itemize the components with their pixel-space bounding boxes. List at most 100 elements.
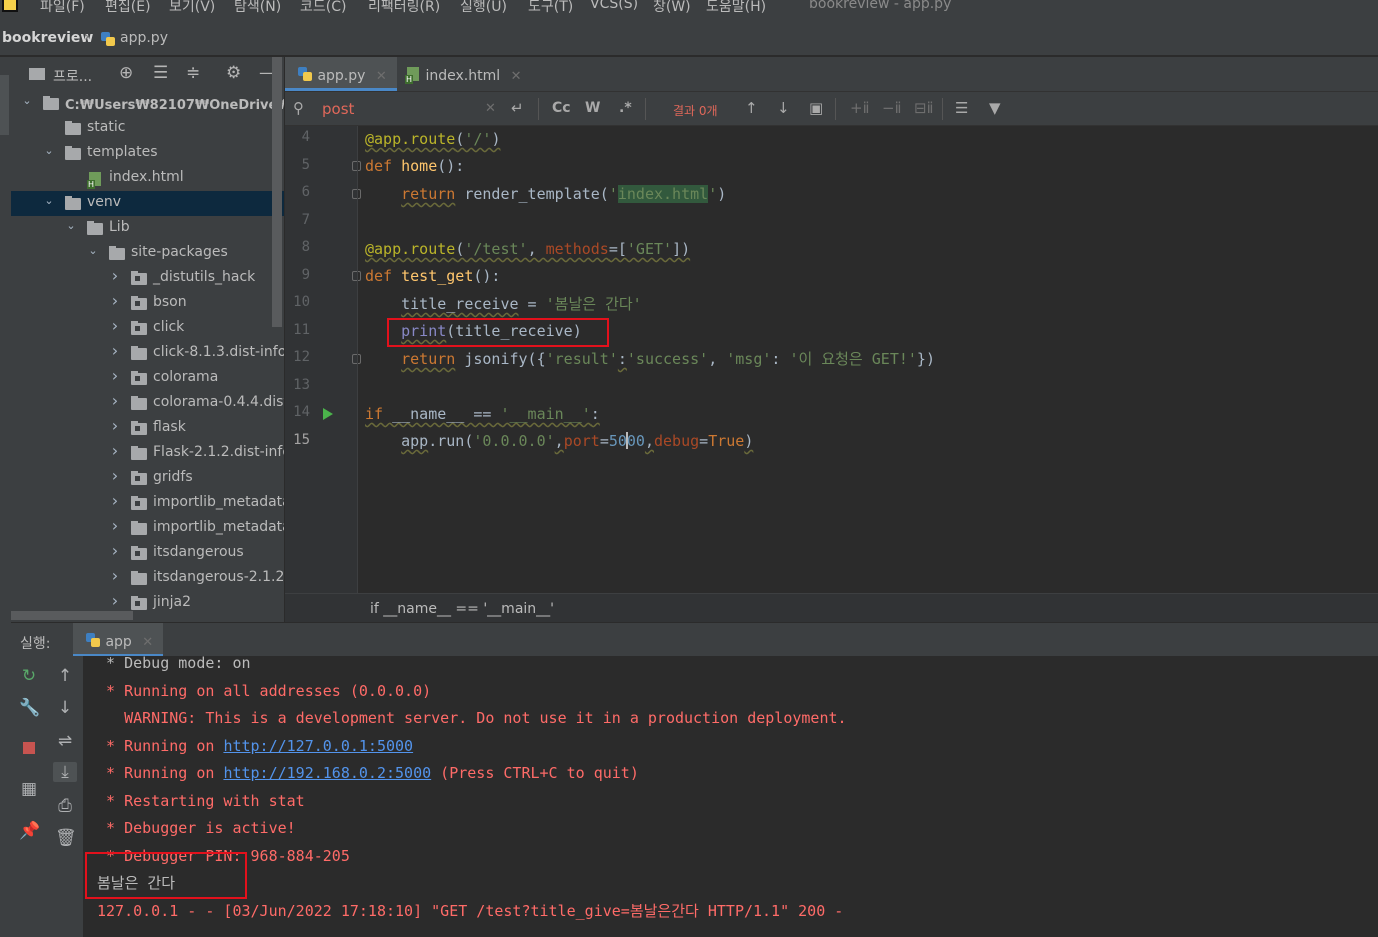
code-editor[interactable]: @app.route('/') def home(): return rende…	[365, 126, 1378, 593]
locate-icon[interactable]: ⊕	[119, 63, 133, 83]
breadcrumb-scope[interactable]: if __name__ == '__main__'	[370, 601, 554, 617]
words-button[interactable]: W	[585, 100, 600, 116]
tab-label: app.py	[317, 68, 366, 84]
chevron-right-icon[interactable]: ›	[109, 516, 121, 535]
menu-navigate[interactable]: 탐색(N)	[234, 0, 281, 16]
tree-item[interactable]: › gridfs	[11, 466, 284, 491]
tree-item[interactable]: › colorama-0.4.4.dist-	[11, 391, 284, 416]
chevron-right-icon[interactable]: ›	[109, 366, 121, 385]
tab-run-app[interactable]: app ✕	[73, 623, 164, 657]
chevron-down-icon[interactable]: ⌄	[21, 94, 33, 107]
regex-button[interactable]: .*	[619, 100, 632, 116]
project-tool-tab[interactable]	[0, 75, 9, 135]
pin-icon[interactable]: 📌	[19, 821, 40, 841]
close-icon[interactable]: ✕	[511, 69, 522, 84]
chevron-down-icon[interactable]: ⌄	[65, 219, 77, 232]
tree-item[interactable]: › itsdangerous-2.1.2.d	[11, 566, 284, 591]
tree-item[interactable]: › bson	[11, 291, 284, 316]
arrow-down-icon[interactable]: ↓	[777, 99, 790, 117]
close-icon[interactable]: ✕	[376, 69, 387, 84]
layout-icon[interactable]: ▦	[19, 779, 39, 799]
tree-item[interactable]: › flask	[11, 416, 284, 441]
tree-item[interactable]: ⌄ templates	[11, 141, 284, 166]
remove-occurrence-icon[interactable]: −ⅱ	[882, 99, 901, 117]
menu-help[interactable]: 도움말(H)	[706, 0, 766, 16]
stop-icon[interactable]	[23, 742, 35, 754]
console-link[interactable]: http://192.168.0.2:5000	[223, 764, 431, 782]
search-input[interactable]: post	[322, 100, 354, 118]
chevron-right-icon[interactable]: ›	[109, 391, 121, 410]
project-vertical-scrollbar[interactable]	[272, 57, 282, 327]
tree-item[interactable]: ⌄ venv	[11, 191, 284, 216]
chevron-right-icon[interactable]: ›	[109, 291, 121, 310]
chevron-down-icon[interactable]: ⌄	[43, 194, 55, 207]
chevron-right-icon[interactable]: ›	[109, 566, 121, 585]
chevron-right-icon[interactable]: ›	[109, 591, 121, 610]
tree-item[interactable]: index.html	[11, 166, 284, 191]
menu-tools[interactable]: 도구(T)	[528, 0, 573, 16]
match-case-button[interactable]: Cc	[552, 100, 571, 116]
menu-view[interactable]: 보기(V)	[169, 0, 215, 16]
collapse-all-icon[interactable]: ≑	[186, 63, 200, 83]
line-number: 12	[293, 349, 310, 365]
close-icon[interactable]: ✕	[142, 635, 153, 650]
menu-file[interactable]: 파일(F)	[40, 0, 85, 16]
rerun-icon[interactable]: ↻	[19, 666, 39, 686]
filter-options-icon[interactable]: ☰	[955, 99, 968, 117]
tree-item[interactable]: › Flask-2.1.2.dist-info	[11, 441, 284, 466]
tree-item[interactable]: › colorama	[11, 366, 284, 391]
tree-item[interactable]: › importlib_metadata	[11, 491, 284, 516]
tree-item[interactable]: static	[11, 116, 284, 141]
select-occurrences-icon[interactable]: ⊟ⅱ	[914, 99, 933, 117]
tree-item[interactable]: › importlib_metadata	[11, 516, 284, 541]
tree-item[interactable]: › click-8.1.3.dist-info	[11, 341, 284, 366]
project-horizontal-scrollbar[interactable]	[11, 611, 133, 620]
tab-app-py[interactable]: app.py ✕	[285, 57, 397, 91]
menu-refactor[interactable]: 리팩터링(R)	[368, 0, 440, 16]
chevron-down-icon[interactable]: ⌄	[43, 144, 55, 157]
arrow-up-icon[interactable]: ↑	[55, 666, 75, 686]
select-all-icon[interactable]: ▣	[809, 99, 823, 117]
chevron-right-icon[interactable]: ›	[109, 416, 121, 435]
arrow-up-icon[interactable]: ↑	[745, 99, 758, 117]
chevron-right-icon[interactable]: ›	[109, 441, 121, 460]
chevron-right-icon[interactable]: ›	[109, 541, 121, 560]
tree-item[interactable]: ⌄ C:₩Users₩82107₩OneDrive₩바	[11, 91, 284, 116]
print-icon[interactable]: ⎙	[55, 796, 75, 816]
tab-index-html[interactable]: index.html ✕	[393, 57, 531, 91]
chevron-right-icon[interactable]: ›	[109, 491, 121, 510]
arrow-down-icon[interactable]: ↓	[55, 698, 75, 718]
console-link[interactable]: http://127.0.0.1:5000	[223, 737, 413, 755]
chevron-right-icon[interactable]: ›	[109, 341, 121, 360]
expand-all-icon[interactable]: ☰	[153, 63, 168, 83]
new-line-icon[interactable]: ↵	[511, 99, 524, 117]
soft-wrap-icon[interactable]: ⇌	[55, 731, 75, 751]
breadcrumb-project[interactable]: bookreview	[2, 30, 93, 46]
chevron-right-icon[interactable]: ›	[109, 466, 121, 485]
scroll-to-end-icon[interactable]: ⤓	[53, 762, 77, 782]
menu-code[interactable]: 코드(C)	[300, 0, 346, 16]
tree-item[interactable]: › click	[11, 316, 284, 341]
tree-item[interactable]: ⌄ site-packages	[11, 241, 284, 266]
tree-item[interactable]: ⌄ Lib	[11, 216, 284, 241]
add-occurrence-icon[interactable]: +ⅱ	[850, 99, 869, 117]
menu-vcs[interactable]: VCS(S)	[590, 0, 638, 12]
chevron-right-icon[interactable]: ›	[109, 266, 121, 285]
chevron-down-icon[interactable]: ⌄	[87, 244, 99, 257]
run-console[interactable]: * Debug mode: on * Running on all addres…	[83, 656, 1378, 937]
menu-run[interactable]: 실행(U)	[460, 0, 507, 16]
run-line-icon[interactable]	[323, 408, 333, 420]
search-icon[interactable]: ⚲	[293, 99, 304, 117]
clear-icon[interactable]: ✕	[485, 101, 496, 116]
chevron-right-icon[interactable]: ›	[109, 316, 121, 335]
menu-window[interactable]: 창(W)	[653, 0, 691, 16]
tree-item[interactable]: › itsdangerous	[11, 541, 284, 566]
gear-icon[interactable]: ⚙	[226, 63, 241, 83]
trash-icon[interactable]: 🗑	[55, 828, 77, 848]
project-panel-title[interactable]: 프로...	[53, 66, 92, 86]
wrench-icon[interactable]: 🔧	[19, 698, 40, 718]
filter-icon[interactable]: ▼	[989, 99, 1001, 117]
tree-item[interactable]: › _distutils_hack	[11, 266, 284, 291]
breadcrumb-file[interactable]: app.py	[120, 30, 168, 46]
menu-edit[interactable]: 편집(E)	[105, 0, 151, 16]
